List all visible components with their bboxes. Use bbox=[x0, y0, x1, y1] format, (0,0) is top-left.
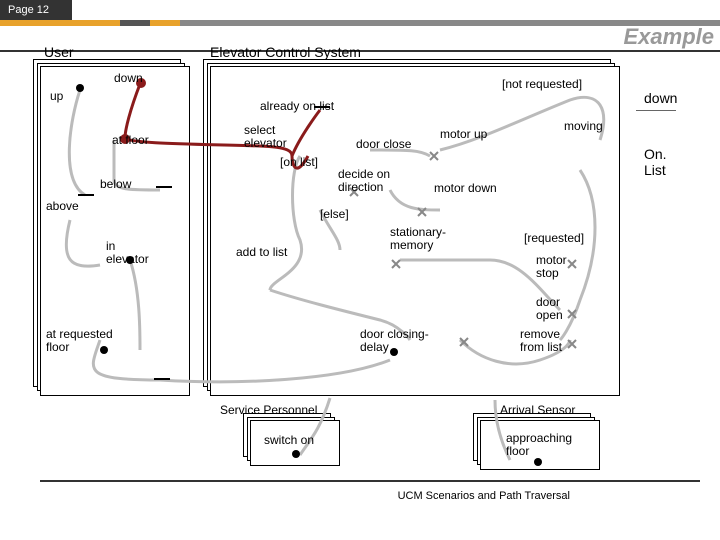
lbl-at-floor: at floor bbox=[112, 134, 149, 147]
lbl-approach: approaching floor bbox=[506, 432, 586, 458]
lbl-already: already on list bbox=[260, 100, 334, 113]
lbl-switchon: switch on bbox=[264, 434, 314, 447]
lbl-onlist: [on list] bbox=[280, 156, 318, 169]
lbl-doorclose: door close bbox=[356, 138, 411, 151]
start-up bbox=[76, 84, 84, 92]
side-underline bbox=[636, 110, 676, 111]
lbl-service: Service Personnel bbox=[220, 404, 317, 417]
lbl-up: up bbox=[50, 90, 63, 103]
footer-line bbox=[40, 480, 700, 482]
lbl-down: down bbox=[114, 72, 143, 85]
lbl-at-requested: at requested floor bbox=[46, 328, 126, 354]
page-number: Page 12 bbox=[0, 0, 72, 20]
lbl-dooropen: door open bbox=[536, 296, 576, 322]
lbl-motorup: motor up bbox=[440, 128, 487, 141]
user-title: User bbox=[44, 44, 74, 60]
ucm-diagram: down up at floor below above in elevator… bbox=[40, 60, 680, 480]
footer-text: UCM Scenarios and Path Traversal bbox=[398, 490, 570, 502]
slide-title: Example bbox=[624, 24, 715, 50]
lbl-remove: remove from list bbox=[520, 328, 580, 354]
system-title: Elevator Control System bbox=[210, 44, 361, 60]
lbl-notreq: [not requested] bbox=[502, 78, 582, 91]
lbl-above: above bbox=[46, 200, 79, 213]
lbl-decide: decide on direction bbox=[338, 168, 408, 194]
lbl-motorstop: motor stop bbox=[536, 254, 576, 280]
lbl-else: [else] bbox=[320, 208, 349, 221]
lbl-delay: door closing-delay bbox=[360, 328, 440, 354]
lbl-arrival: Arrival Sensor bbox=[500, 404, 575, 417]
lbl-select: select elevator bbox=[244, 124, 304, 150]
node-switchon bbox=[292, 450, 300, 458]
lbl-add: add to list bbox=[236, 246, 287, 259]
lbl-below: below bbox=[100, 178, 131, 191]
side-down: down bbox=[644, 90, 680, 106]
node-approach bbox=[534, 458, 542, 466]
side-onlist: On. List bbox=[644, 146, 680, 178]
lbl-motordown: motor down bbox=[434, 182, 497, 195]
lbl-stationary: stationary- memory bbox=[390, 226, 456, 252]
lbl-requested: [requested] bbox=[524, 232, 584, 245]
lbl-moving: moving bbox=[564, 120, 603, 133]
lbl-in-elevator: in elevator bbox=[106, 240, 156, 266]
